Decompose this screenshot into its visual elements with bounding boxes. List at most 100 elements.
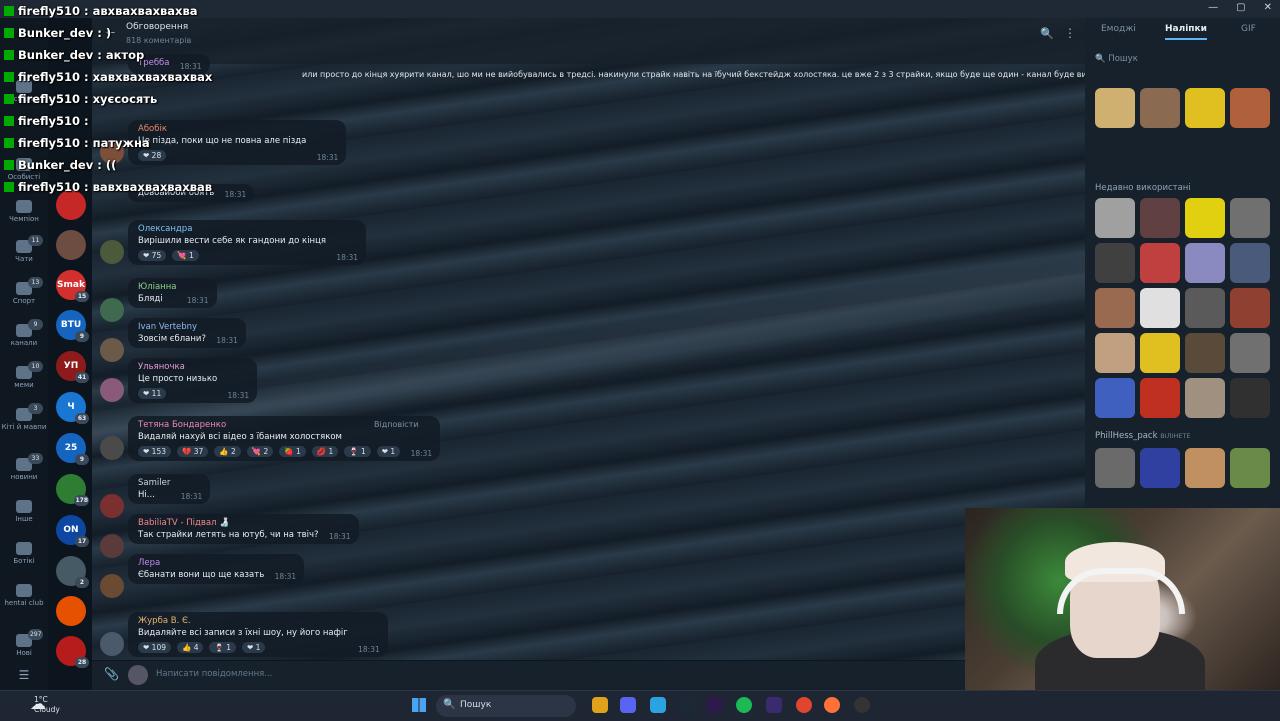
sticker-search[interactable]: 🔍 Пошук	[1095, 54, 1195, 70]
user-avatar[interactable]	[100, 494, 124, 518]
user-avatar[interactable]	[100, 436, 124, 460]
spotify-icon[interactable]	[736, 697, 752, 713]
sticker[interactable]	[1140, 378, 1180, 418]
sticker[interactable]	[1230, 333, 1270, 373]
message-input[interactable]: Написати повідомлення...	[156, 669, 272, 679]
weather-widget[interactable]: 1°C Cloudy	[34, 695, 60, 715]
message-bubble[interactable]: Samiler Hi... 18:31	[128, 474, 211, 504]
folder-bots[interactable]: Ботікі	[0, 542, 48, 565]
message-bubble[interactable]: Ivan Vertebny Зовсім єблани? 18:31	[128, 318, 246, 348]
reaction-chip[interactable]: ❤ 1	[241, 642, 266, 653]
chat-avatar[interactable]: Ч 63	[56, 392, 89, 424]
minimize-button[interactable]: —	[1208, 2, 1218, 13]
obs-icon[interactable]	[766, 697, 782, 713]
reaction-chip[interactable]: ❤ 75	[138, 250, 167, 261]
chat-avatar[interactable]	[56, 230, 86, 260]
message-author[interactable]: Тетяна Бондаренко	[138, 420, 400, 430]
sticker[interactable]	[1140, 88, 1180, 128]
reaction-chip[interactable]: ❤ 153	[138, 446, 171, 457]
chat-avatar[interactable]: 2	[56, 556, 89, 588]
folder-icon[interactable]	[592, 697, 608, 713]
search-icon[interactable]: 🔍	[1040, 27, 1054, 40]
tab-gif[interactable]: GIF	[1241, 24, 1256, 34]
folder-channels[interactable]: 9 канали	[0, 319, 48, 347]
folder-other[interactable]: Інше	[0, 500, 48, 523]
sticker[interactable]	[1095, 333, 1135, 373]
sticker[interactable]	[1185, 243, 1225, 283]
chat-avatar[interactable]: BTU 9	[56, 310, 89, 342]
tab-stickers[interactable]: Наліпки	[1165, 24, 1207, 40]
menu-icon[interactable]: ☰	[0, 668, 48, 682]
chat-avatar[interactable]: 28	[56, 636, 89, 668]
premiere-icon[interactable]	[706, 697, 722, 713]
sticker[interactable]	[1185, 88, 1225, 128]
user-avatar[interactable]	[100, 378, 124, 402]
reaction-chip[interactable]: ❤ 11	[138, 388, 167, 399]
sticker[interactable]	[1095, 288, 1135, 328]
chrome-icon[interactable]	[796, 697, 812, 713]
close-button[interactable]: ✕	[1264, 2, 1272, 13]
folder-news[interactable]: 33 новини	[0, 453, 48, 481]
app-icon[interactable]	[854, 697, 870, 713]
reaction-chip[interactable]: 🍓 1	[279, 446, 306, 457]
folder-champion[interactable]: Чемпіон	[0, 200, 48, 223]
user-avatar[interactable]	[100, 534, 124, 558]
sticker[interactable]	[1185, 333, 1225, 373]
chat-avatar[interactable]	[56, 596, 86, 626]
folder-hentai-club[interactable]: hentai club	[0, 584, 48, 607]
message-author[interactable]: Ульяночка	[138, 362, 217, 372]
message-bubble[interactable]: Ульяночка Це просто низько ❤ 11 18:31	[128, 358, 258, 403]
folder-sport[interactable]: 13 Спорт	[0, 277, 48, 305]
reaction-chip[interactable]: 🍷 1	[209, 642, 236, 653]
chat-avatar[interactable]: УП 41	[56, 351, 89, 383]
folder-chats[interactable]: 11 Чати	[0, 235, 48, 263]
chat-avatar[interactable]: ON 17	[56, 515, 89, 547]
sticker[interactable]	[1185, 288, 1225, 328]
reaction-chip[interactable]: ❤ 1	[376, 446, 401, 457]
folder-memes[interactable]: 10 меми	[0, 361, 48, 389]
sticker[interactable]	[1095, 243, 1135, 283]
folder-new[interactable]: 297 Нові	[0, 629, 48, 657]
sticker[interactable]	[1140, 333, 1180, 373]
sticker[interactable]	[1230, 198, 1270, 238]
chat-avatar[interactable]: Smak 15	[56, 270, 89, 302]
user-avatar[interactable]	[100, 240, 124, 264]
sticker[interactable]	[1095, 378, 1135, 418]
reaction-chip[interactable]: 👍 4	[176, 642, 204, 653]
sender-avatar[interactable]	[128, 665, 148, 685]
sticker[interactable]	[1230, 243, 1270, 283]
sticker[interactable]	[1185, 378, 1225, 418]
sticker[interactable]	[1185, 448, 1225, 488]
chat-avatar[interactable]: 25 9	[56, 433, 89, 465]
reaction-chip[interactable]: 💘 1	[172, 250, 199, 261]
sticker[interactable]	[1140, 288, 1180, 328]
telegram-icon[interactable]	[650, 697, 666, 713]
message-bubble[interactable]: Лера Єбанати вони що ще казать 18:31	[128, 554, 305, 584]
user-avatar[interactable]	[100, 338, 124, 362]
reaction-chip[interactable]: ❤ 109	[138, 642, 171, 653]
reaction-chip[interactable]: 👍 2	[214, 446, 241, 457]
windows-start-icon[interactable]	[412, 698, 426, 712]
firefox-icon[interactable]	[824, 697, 840, 713]
pinned-message[interactable]: или просто до кінця хуярити канал, шо ми…	[302, 70, 1085, 79]
user-avatar[interactable]	[100, 298, 124, 322]
reaction-chip[interactable]: 💋 1	[311, 446, 339, 457]
sticker[interactable]	[1095, 88, 1135, 128]
sticker[interactable]	[1230, 88, 1270, 128]
discord-icon[interactable]	[620, 697, 636, 713]
message-bubble[interactable]: Журба В. Є. Видаляйте всі записи з їхні ш…	[128, 612, 388, 657]
chat-avatar[interactable]: 178	[56, 474, 89, 506]
maximize-button[interactable]: ▢	[1236, 2, 1245, 13]
taskbar-search[interactable]: 🔍 Пошук	[436, 695, 576, 717]
steam-icon[interactable]	[678, 697, 694, 713]
more-icon[interactable]: ⋮	[1064, 26, 1076, 40]
sticker[interactable]	[1185, 198, 1225, 238]
message-author[interactable]: Олександра	[138, 224, 326, 234]
message-bubble[interactable]: Юліанна Бляді 18:31	[128, 278, 217, 308]
attach-icon[interactable]: 📎	[104, 667, 119, 681]
message-author[interactable]: Ivan Vertebny	[138, 322, 206, 332]
tab-emoji[interactable]: Емоджі	[1101, 24, 1136, 34]
sticker[interactable]	[1140, 448, 1180, 488]
message-author[interactable]: BabiliaTV - Підвал 🍶	[138, 518, 319, 528]
sticker[interactable]	[1140, 243, 1180, 283]
